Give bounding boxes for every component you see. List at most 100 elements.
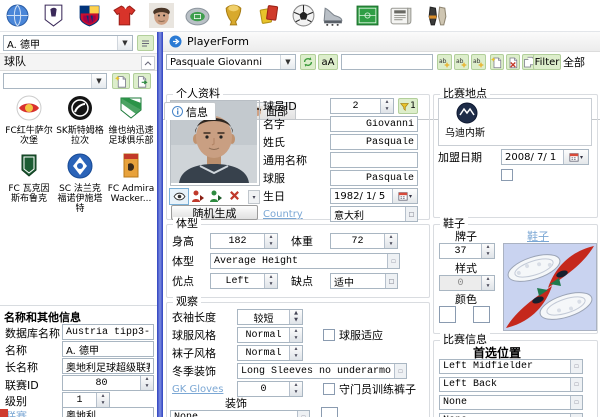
player-face-icon[interactable] (148, 2, 175, 29)
strong-foot-spinner[interactable]: ▲ ▼ (264, 274, 277, 288)
birthday-datepicker[interactable]: 1982/ 1/ 5 ▾ (330, 188, 418, 204)
spin-up-arrow[interactable]: ▲ (385, 234, 397, 241)
add-team-button[interactable] (112, 73, 130, 89)
world-cup-trophy-icon[interactable] (220, 2, 247, 29)
gk-gloves-link[interactable]: GK Gloves (172, 383, 223, 396)
spin-down-arrow[interactable]: ▼ (265, 281, 277, 288)
spin-up-arrow[interactable]: ▲ (141, 376, 153, 383)
search-input[interactable] (341, 54, 433, 70)
sock-style-spinner[interactable]: ▲ ▼ (289, 346, 302, 360)
shoe-brand-spinner[interactable]: ▲ ▼ (481, 244, 494, 258)
spin-down-arrow[interactable]: ▼ (385, 241, 397, 248)
country-picker-button[interactable]: □ (405, 207, 417, 221)
first-name-input[interactable]: Giovanni (330, 116, 418, 132)
spin-up-arrow[interactable]: ▲ (290, 310, 302, 317)
abc-tool-3-button[interactable]: ab (471, 54, 486, 70)
gk-gloves-spinner[interactable]: ▲ ▼ (289, 382, 302, 396)
jersey-style-input[interactable]: Normal ▲ ▼ (237, 327, 303, 343)
spin-up-arrow[interactable]: ▲ (290, 346, 302, 353)
long-name-input[interactable]: 奥地利足球超级联赛 (62, 358, 154, 374)
weak-foot-picker-button[interactable]: □ (385, 274, 397, 288)
spin-up-arrow[interactable]: ▲ (265, 234, 277, 241)
shoe-style-input[interactable]: 0 ▲ ▼ (439, 275, 495, 291)
sleeve-spinner[interactable]: ▲ ▼ (289, 310, 302, 324)
team-item-wacker-innsbruck[interactable]: FC 瓦克因斯布鲁克 (4, 152, 54, 204)
shoe-color-box-1[interactable] (439, 306, 456, 323)
shoe-style-spinner[interactable]: ▲ ▼ (481, 276, 494, 290)
gk-gloves-icon[interactable] (424, 2, 451, 29)
spin-up-arrow[interactable]: ▲ (290, 328, 302, 335)
photo-view-button[interactable] (169, 188, 189, 205)
boot-icon[interactable] (320, 2, 347, 29)
team-item-sturm-graz[interactable]: SK斯特姆格拉次 (55, 94, 105, 146)
spin-down-arrow[interactable]: ▼ (482, 251, 494, 258)
delete-player-button[interactable] (506, 54, 520, 70)
photo-export-button[interactable] (208, 188, 224, 203)
referee-cards-icon[interactable] (256, 2, 283, 29)
winter-gear-input[interactable]: Long Sleeves no underarmor stuff □ (237, 363, 407, 379)
newspaper-icon[interactable] (388, 2, 415, 29)
collapse-button[interactable] (141, 56, 155, 70)
position-picker-button[interactable]: □ (570, 378, 582, 391)
premier-league-icon[interactable] (40, 2, 67, 29)
jersey-fit-checkbox[interactable] (323, 329, 335, 341)
common-name-input[interactable] (330, 152, 418, 168)
photo-options-button[interactable]: ▾ (248, 190, 260, 204)
spin-up-arrow[interactable]: ▲ (482, 276, 494, 283)
club-box[interactable]: 乌迪内斯 (438, 98, 592, 146)
spin-up-arrow[interactable]: ▲ (482, 244, 494, 251)
id-filter-button[interactable]: 1 (398, 98, 418, 114)
team-item-wiener-neustadt[interactable]: SC 法兰克福诺伊施塔特 (55, 152, 105, 214)
abc-tool-2-button[interactable]: ab (454, 54, 469, 70)
football-icon[interactable] (290, 2, 317, 29)
spin-down-arrow[interactable]: ▼ (290, 335, 302, 342)
gk-pants-checkbox[interactable] (323, 383, 335, 395)
spin-down-arrow[interactable]: ▼ (290, 389, 302, 396)
spin-down-arrow[interactable]: ▼ (482, 283, 494, 290)
spin-up-arrow[interactable]: ▲ (265, 274, 277, 281)
sock-style-input[interactable]: Normal ▲ ▼ (237, 345, 303, 361)
case-button[interactable]: aA (318, 54, 338, 70)
team-item-admira-wacker[interactable]: FC Admira Wacker... (106, 152, 156, 204)
league-country-input[interactable]: 奥地利 (62, 407, 154, 417)
pitch-icon[interactable] (354, 2, 381, 29)
filter-scope-dropdown[interactable]: 全部 (563, 56, 585, 69)
shoe-color-box-2[interactable] (473, 306, 490, 323)
db-name-input[interactable]: Austria tipp3-Bundesl (62, 324, 154, 340)
last-name-input[interactable]: Pasquale (330, 134, 418, 150)
country-link[interactable]: Country (263, 208, 303, 221)
spin-down-arrow[interactable]: ▼ (265, 241, 277, 248)
tab-info[interactable]: 信息 (164, 102, 216, 120)
calendar-dropdown-button[interactable]: ▾ (563, 150, 588, 164)
strong-foot-input[interactable]: Left ▲ ▼ (210, 273, 278, 289)
add-player-button[interactable] (490, 54, 504, 70)
export-team-button[interactable] (133, 73, 151, 89)
accessory-color-box[interactable] (321, 407, 338, 417)
team-item-red-bull-salzburg[interactable]: FC红牛萨尔次堡 (4, 94, 54, 146)
height-spinner[interactable]: ▲ ▼ (264, 234, 277, 248)
refresh-button[interactable] (300, 54, 316, 70)
body-type-input[interactable]: Average Height □ (210, 253, 400, 269)
winter-gear-picker-button[interactable]: □ (394, 364, 406, 378)
position-2-input[interactable]: Left Back □ (439, 377, 583, 392)
position-1-input[interactable]: Left Midfielder □ (439, 359, 583, 374)
stadium-icon[interactable] (184, 2, 211, 29)
spin-down-arrow[interactable]: ▼ (290, 353, 302, 360)
accessory-input[interactable]: None □ (170, 410, 310, 417)
player-id-input[interactable]: 2 ▲ ▼ (330, 98, 394, 114)
filter-button[interactable]: Filter (533, 54, 561, 70)
barcelona-crest-icon[interactable] (76, 2, 103, 29)
shoe-texture-link[interactable]: 鞋子 (527, 230, 549, 243)
league-id-input[interactable]: 80 ▲ ▼ (62, 375, 154, 391)
league-id-spinner[interactable]: ▲ ▼ (140, 376, 153, 390)
weight-spinner[interactable]: ▲ ▼ (384, 234, 397, 248)
player-selector[interactable]: Pasquale Giovanni ▼ (166, 54, 296, 70)
level-spinner[interactable]: ▲ ▼ (96, 393, 109, 407)
spin-down-arrow[interactable]: ▼ (141, 383, 153, 390)
calendar-dropdown-button[interactable]: ▾ (392, 189, 417, 203)
weight-input[interactable]: 72 ▲ ▼ (330, 233, 398, 249)
position-picker-button[interactable]: □ (570, 360, 582, 373)
shoe-brand-input[interactable]: 37 ▲ ▼ (439, 243, 495, 259)
jersey-icon[interactable] (112, 2, 139, 29)
photo-delete-button[interactable] (226, 188, 242, 203)
